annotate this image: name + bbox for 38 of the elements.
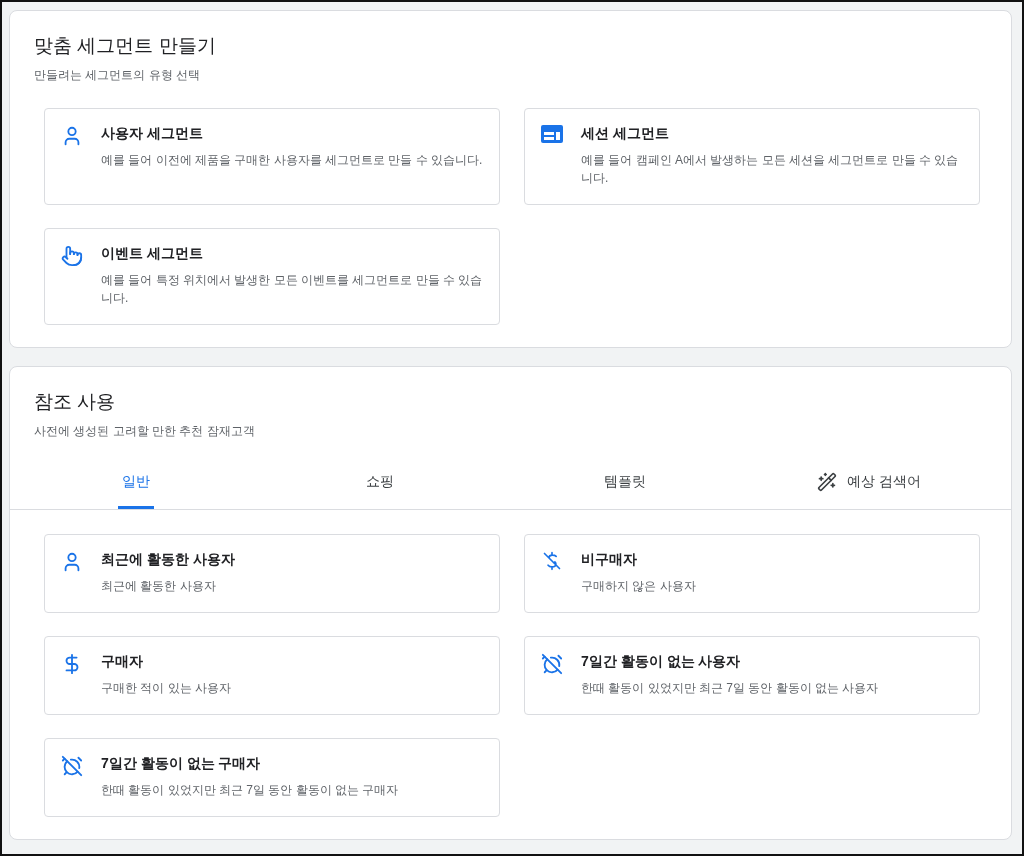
alarm-off-icon bbox=[61, 755, 83, 777]
tab[interactable]: 쇼핑 bbox=[362, 462, 399, 509]
card-description: 한때 활동이 있었지만 최근 7일 동안 활동이 없는 사용자 bbox=[581, 680, 879, 697]
window-icon bbox=[541, 125, 563, 143]
card-title: 비구매자 bbox=[581, 551, 638, 569]
tab[interactable]: 예상 검색어 bbox=[812, 462, 925, 509]
tab[interactable]: 일반 bbox=[118, 462, 155, 509]
tab[interactable]: 템플릿 bbox=[599, 462, 650, 509]
pointer-icon bbox=[61, 245, 83, 267]
alarm-off-icon bbox=[541, 653, 563, 675]
panel-title: 참조 사용 bbox=[34, 390, 117, 414]
card-title: 7일간 활동이 없는 구매자 bbox=[101, 755, 262, 773]
card-description: 예를 들어 캠페인 A에서 발생하는 모든 세션을 세그먼트로 만들 수 있습니다. bbox=[581, 152, 960, 187]
card-description: 예를 들어 이전에 제품을 구매한 사용자를 세그먼트로 만들 수 있습니다. bbox=[101, 152, 483, 169]
panel-subtitle: 만들려는 세그먼트의 유형 선택 bbox=[34, 67, 201, 84]
segment-card[interactable]: 사용자 세그먼트 예를 들어 이전에 제품을 구매한 사용자를 세그먼트로 만들 수 있습니다. bbox=[44, 108, 500, 205]
segment-card[interactable]: 7일간 활동이 없는 사용자 한때 활동이 있었지만 최근 7일 동안 활동이 없는 사용자 bbox=[524, 636, 980, 715]
segment-card[interactable]: 세션 세그먼트 예를 들어 캠페인 A에서 발생하는 모든 세션을 세그먼트로 만들 수 있습니다. bbox=[524, 108, 980, 205]
card-title: 세션 세그먼트 bbox=[581, 125, 670, 143]
card-title: 구매자 bbox=[101, 653, 144, 671]
dollar-off-icon bbox=[542, 551, 562, 571]
segment-card[interactable]: 7일간 활동이 없는 구매자 한때 활동이 있었지만 최근 7일 동안 활동이 없는 구매자 bbox=[44, 738, 500, 817]
card-title: 사용자 세그먼트 bbox=[101, 125, 204, 143]
card-description: 구매하지 않은 사용자 bbox=[581, 578, 696, 595]
segment-card[interactable]: 비구매자 구매하지 않은 사용자 bbox=[524, 534, 980, 613]
card-title: 최근에 활동한 사용자 bbox=[101, 551, 235, 569]
segment-card[interactable]: 구매자 구매한 적이 있는 사용자 bbox=[44, 636, 500, 715]
panel-subtitle: 사전에 생성된 고려할 만한 추천 잠재고객 bbox=[34, 423, 256, 440]
card-title: 7일간 활동이 없는 사용자 bbox=[581, 653, 742, 671]
card-description: 구매한 적이 있는 사용자 bbox=[101, 680, 231, 697]
card-description: 최근에 활동한 사용자 bbox=[101, 578, 217, 595]
segment-card[interactable]: 이벤트 세그먼트 예를 들어 특정 위치에서 발생한 모든 이벤트를 세그먼트로 만들 수 있습니다. bbox=[44, 228, 500, 325]
card-description: 한때 활동이 있었지만 최근 7일 동안 활동이 없는 구매자 bbox=[101, 782, 399, 799]
card-title: 이벤트 세그먼트 bbox=[101, 245, 204, 263]
segment-card[interactable]: 최근에 활동한 사용자 최근에 활동한 사용자 bbox=[44, 534, 500, 613]
magic-wand-icon bbox=[816, 472, 837, 492]
card-description: 예를 들어 특정 위치에서 발생한 모든 이벤트를 세그먼트로 만들 수 있습니다. bbox=[101, 272, 483, 307]
panel-title: 맞춤 세그먼트 만들기 bbox=[34, 34, 217, 58]
